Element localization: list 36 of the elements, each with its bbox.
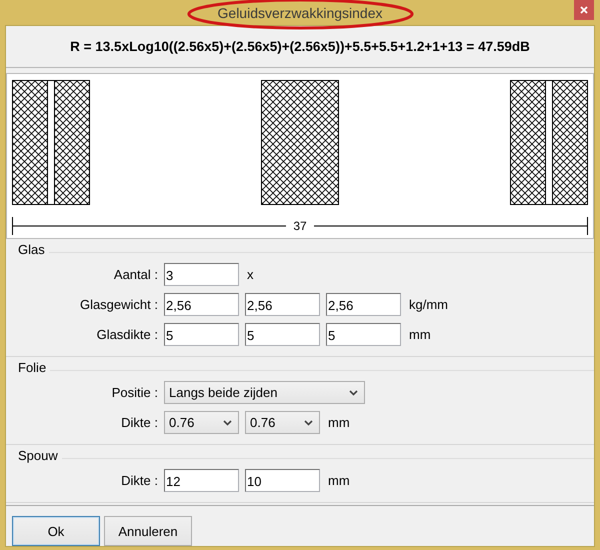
field-label: Glasgewicht : bbox=[78, 297, 158, 312]
input-field[interactable]: 2,56 bbox=[326, 293, 401, 316]
dropdown[interactable]: Langs beide zijden bbox=[164, 381, 365, 404]
close-button[interactable] bbox=[574, 0, 594, 20]
chevron-down-icon bbox=[349, 390, 358, 396]
dialog-button[interactable]: Ok bbox=[12, 516, 100, 546]
unit-label: mm bbox=[409, 327, 431, 342]
unit-label: kg/mm bbox=[409, 297, 448, 312]
window-title: Geluidsverzwakkingsindex bbox=[216, 4, 384, 20]
dialog-button[interactable]: Annuleren bbox=[104, 516, 192, 546]
input-field[interactable]: 5 bbox=[164, 323, 239, 346]
field-label: Glasdikte : bbox=[96, 327, 158, 342]
field-label: Dikte : bbox=[120, 473, 158, 488]
input-field[interactable]: 2,56 bbox=[245, 293, 320, 316]
input-field[interactable]: 5 bbox=[326, 323, 401, 346]
dimension-label: 37 bbox=[293, 219, 307, 233]
close-icon bbox=[580, 6, 588, 14]
chevron-down-icon bbox=[304, 420, 313, 426]
input-field[interactable]: 12 bbox=[164, 469, 239, 492]
input-field[interactable]: 5 bbox=[245, 323, 320, 346]
chevron-down-icon bbox=[223, 420, 232, 426]
group-title: Folie bbox=[17, 360, 46, 374]
group-title: Glas bbox=[17, 242, 45, 256]
field-label: Dikte : bbox=[120, 415, 158, 430]
field-label: Aantal : bbox=[112, 267, 158, 282]
unit-label: mm bbox=[328, 415, 350, 430]
unit-label: mm bbox=[328, 473, 350, 488]
field-label: Positie : bbox=[110, 385, 158, 400]
input-field[interactable]: 3 bbox=[164, 263, 239, 286]
group-title: Spouw bbox=[17, 448, 58, 462]
input-field[interactable]: 2,56 bbox=[164, 293, 239, 316]
dropdown[interactable]: 0.76 bbox=[164, 411, 239, 434]
formula-text: R = 13.5xLog10((2.56x5)+(2.56x5)+(2.56x5))+5.5+5.5+1.2+1+13 = 47.59dB bbox=[6, 26, 594, 68]
dropdown[interactable]: 0.76 bbox=[245, 411, 320, 434]
input-field[interactable]: 10 bbox=[245, 469, 320, 492]
unit-label: x bbox=[247, 267, 254, 282]
